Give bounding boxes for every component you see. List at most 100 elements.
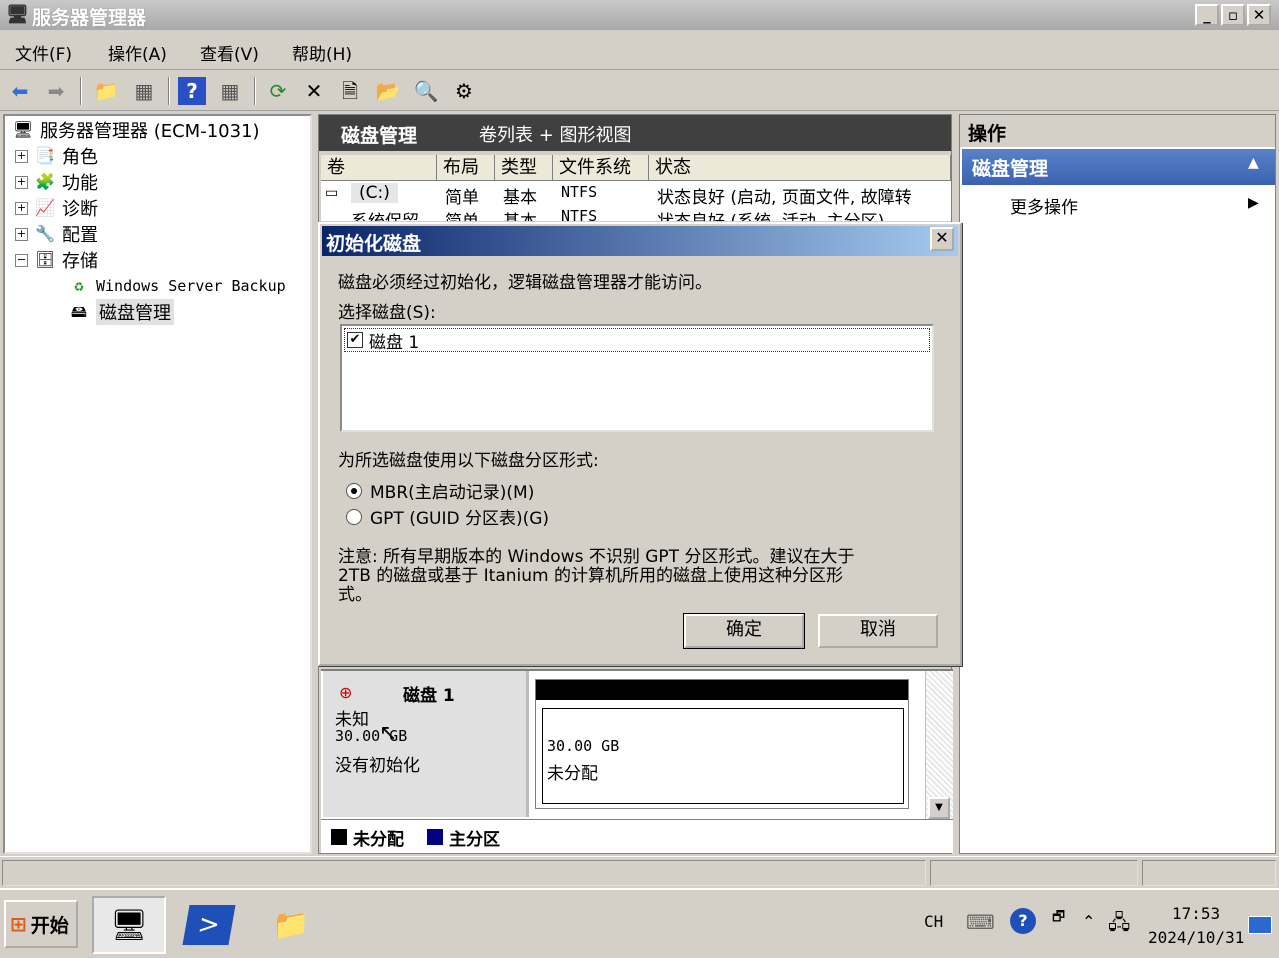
- actions-section-header[interactable]: 磁盘管理 ▲: [962, 149, 1275, 185]
- forward-icon[interactable]: ➡: [42, 77, 70, 105]
- taskbar-explorer[interactable]: 📁: [254, 896, 328, 954]
- status-bar: [0, 856, 1279, 888]
- tree-root[interactable]: 🖥 服务器管理器 (ECM-1031): [11, 118, 260, 142]
- menu-action[interactable]: 操作(A): [108, 40, 167, 65]
- start-button[interactable]: ⊞ 开始: [4, 900, 78, 948]
- tree-item-diagnostics[interactable]: + 📈 诊断: [15, 196, 98, 220]
- gpt-radio[interactable]: [346, 508, 362, 525]
- server-icon: 🖥: [12, 120, 34, 139]
- storage-icon: 🗄: [34, 250, 56, 269]
- cell-filesystem: NTFS: [561, 183, 598, 201]
- clock-time[interactable]: 17:53: [1172, 904, 1220, 923]
- help-icon[interactable]: ?: [178, 77, 206, 105]
- tree-item-disk-management[interactable]: 🖴 磁盘管理: [67, 299, 174, 325]
- open-icon[interactable]: 📂: [374, 77, 402, 105]
- disk-management-icon: 🖴: [70, 302, 88, 321]
- select-disk-label: 选择磁盘(S):: [338, 303, 436, 323]
- unallocated-partition[interactable]: 30.00 GB 未分配: [535, 679, 909, 809]
- cancel-button[interactable]: 取消: [818, 614, 938, 648]
- taskbar-powershell[interactable]: >: [172, 896, 246, 954]
- tree-item-features[interactable]: + 🧩 功能: [15, 170, 98, 194]
- expand-icon[interactable]: +: [15, 149, 28, 163]
- collapse-icon[interactable]: −: [15, 253, 28, 267]
- disk-select-list[interactable]: ✔ 磁盘 1: [340, 324, 934, 432]
- vertical-scrollbar[interactable]: ▼: [925, 671, 953, 821]
- actions-pane: 操作 磁盘管理 ▲ 更多操作 ▶: [959, 114, 1276, 854]
- action-pane-icon[interactable]: ▦: [216, 77, 244, 105]
- tree-item-storage[interactable]: − 🗄 存储: [15, 248, 98, 272]
- cell-status: 状态良好 (启动, 页面文件, 故障转: [657, 188, 912, 208]
- tree-item-label: 角色: [62, 147, 98, 168]
- show-hidden-icons-icon[interactable]: ⌃: [1082, 912, 1095, 931]
- up-folder-icon[interactable]: 📁: [92, 77, 120, 105]
- mbr-radio[interactable]: [346, 482, 362, 499]
- unallocated-bar: [536, 680, 908, 700]
- menu-bar: 文件(F) 操作(A) 查看(V) 帮助(H): [0, 32, 1279, 70]
- cell-volume: 系统保留: [351, 207, 419, 221]
- more-actions-item[interactable]: 更多操作 ▶: [1010, 193, 1272, 219]
- settings-icon[interactable]: ⚙: [450, 77, 478, 105]
- submenu-arrow-icon: ▶: [1248, 195, 1259, 211]
- search-icon[interactable]: 🔍: [412, 77, 440, 105]
- status-panel: [1142, 860, 1276, 886]
- dialog-title: 初始化磁盘: [326, 233, 422, 255]
- navigation-tree: 🖥 服务器管理器 (ECM-1031) + 📑 角色 + 🧩 功能 + 📈 诊断…: [3, 114, 312, 854]
- toolbar-separator: [168, 77, 170, 105]
- mbr-option[interactable]: MBR(主启动记录)(M): [346, 478, 534, 503]
- tree-item-label: 功能: [62, 173, 98, 194]
- more-actions-label: 更多操作: [1010, 198, 1078, 218]
- expand-icon[interactable]: +: [15, 175, 28, 189]
- partition-size: 30.00 GB: [547, 737, 620, 755]
- menu-view[interactable]: 查看(V): [200, 40, 259, 65]
- disk-info-panel[interactable]: ⊕ 磁盘 1 未知 30.00 GB 没有初始化 ↖: [323, 671, 529, 817]
- column-header-layout[interactable]: 布局: [437, 155, 495, 181]
- restore-tray-icon[interactable]: 🗗: [1052, 906, 1065, 930]
- ok-button[interactable]: 确定: [683, 613, 805, 649]
- gpt-label: GPT (GUID 分区表)(G): [370, 509, 550, 529]
- back-icon[interactable]: ⬅: [6, 77, 34, 105]
- keyboard-icon[interactable]: ⌨: [966, 910, 995, 934]
- close-button[interactable]: ✕: [1247, 4, 1271, 26]
- expand-icon[interactable]: +: [15, 227, 28, 241]
- column-header-type[interactable]: 类型: [495, 155, 553, 181]
- dialog-title-bar[interactable]: 初始化磁盘: [322, 226, 958, 256]
- start-label: 开始: [30, 914, 69, 937]
- column-header-filesystem[interactable]: 文件系统: [553, 155, 649, 181]
- help-tray-icon[interactable]: ?: [1010, 908, 1036, 934]
- properties-icon[interactable]: 🗎: [336, 77, 364, 105]
- gpt-option[interactable]: GPT (GUID 分区表)(G): [346, 504, 549, 529]
- disk-checkbox[interactable]: ✔: [347, 332, 363, 348]
- scroll-down-icon[interactable]: ▼: [928, 797, 950, 819]
- menu-help[interactable]: 帮助(H): [292, 40, 352, 65]
- toolbar-separator: [254, 77, 256, 105]
- collapse-up-icon[interactable]: ▲: [1248, 155, 1259, 171]
- expand-icon[interactable]: +: [15, 201, 28, 215]
- tree-item-configuration[interactable]: + 🔧 配置: [15, 222, 98, 246]
- menu-file[interactable]: 文件(F): [15, 40, 72, 65]
- column-header-volume[interactable]: 卷: [321, 155, 437, 181]
- list-item[interactable]: ✔ 磁盘 1: [344, 328, 930, 353]
- cell-layout: 简单: [445, 207, 479, 221]
- note-text: 注意: 所有早期版本的 Windows 不识别 GPT 分区形式。建议在大于 2…: [338, 548, 938, 605]
- tree-item-label: 诊断: [62, 199, 98, 220]
- delete-icon[interactable]: ✕: [300, 77, 328, 105]
- actions-section-label: 磁盘管理: [972, 158, 1049, 180]
- column-header-status[interactable]: 状态: [649, 155, 951, 181]
- minimize-button[interactable]: _: [1195, 4, 1219, 26]
- tree-item-roles[interactable]: + 📑 角色: [15, 144, 98, 168]
- dialog-close-icon[interactable]: ✕: [930, 227, 954, 251]
- tree-item-windows-server-backup[interactable]: ♻ Windows Server Backup: [67, 274, 285, 298]
- restore-button[interactable]: ▫: [1221, 4, 1245, 26]
- show-hide-tree-icon[interactable]: ▦: [130, 77, 158, 105]
- toolbar-separator: [80, 77, 82, 105]
- clock-date[interactable]: 2024/10/31: [1148, 928, 1244, 947]
- network-icon[interactable]: 🖧: [1108, 908, 1130, 942]
- pane-title: 磁盘管理: [341, 125, 418, 147]
- language-indicator[interactable]: CH: [924, 912, 943, 931]
- refresh-icon[interactable]: ⟳: [264, 77, 292, 105]
- taskbar-server-manager[interactable]: 🖥: [92, 896, 166, 954]
- show-desktop-icon[interactable]: [1248, 916, 1272, 934]
- legend-unallocated: 未分配: [353, 830, 404, 850]
- partition-style-label: 为所选磁盘使用以下磁盘分区形式:: [338, 451, 599, 471]
- partition-box: 30.00 GB 未分配: [542, 708, 904, 804]
